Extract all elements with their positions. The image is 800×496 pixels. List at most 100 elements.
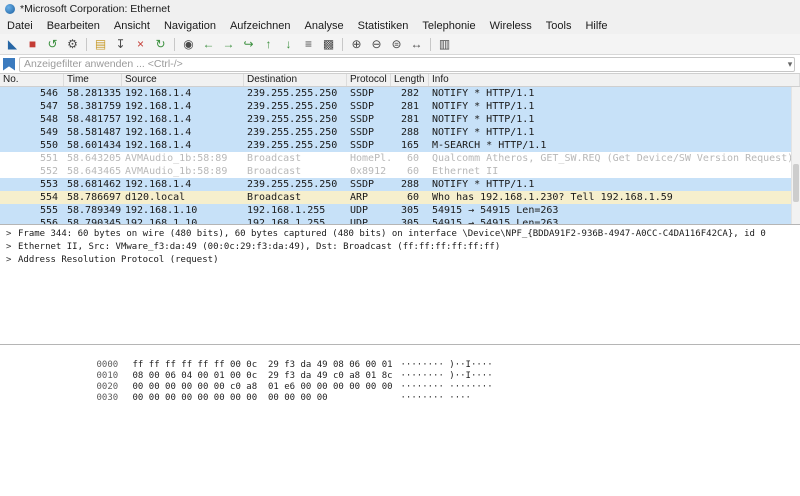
find-packet-button[interactable]: ◉ xyxy=(179,36,198,53)
hex-row[interactable]: 0000 ff ff ff ff ff ff 00 0c 29 f3 da 49 … xyxy=(0,349,800,370)
window-title: *Microsoft Corporation: Ethernet xyxy=(20,2,170,15)
packet-row[interactable]: 555 58.789349 192.168.1.10 192.168.1.255 UDP… xyxy=(0,204,800,217)
packet-row[interactable]: 549 58.581487 192.168.1.4 239.255.255.250 SS… xyxy=(0,126,800,139)
menu-ansicht[interactable]: Ansicht xyxy=(107,19,157,33)
reload-file-button[interactable]: ↻ xyxy=(151,36,170,53)
start-capture-button[interactable]: ◣ xyxy=(3,36,22,53)
go-to-packet-button[interactable]: ↪ xyxy=(239,36,258,53)
menu-aufzeichnen[interactable]: Aufzeichnen xyxy=(223,19,298,33)
filter-dropdown-arrow-icon[interactable]: ▾ xyxy=(783,59,797,70)
filter-bookmark-icon[interactable] xyxy=(3,57,15,71)
cell-destination: Broadcast xyxy=(247,153,302,164)
expander-icon[interactable]: > xyxy=(6,241,18,254)
menu-statistiken[interactable]: Statistiken xyxy=(351,19,416,33)
menu-navigation[interactable]: Navigation xyxy=(157,19,223,33)
packet-row[interactable]: 551 58.643205 AVMAudio_1b:58:89 Broadcast Ho… xyxy=(0,152,800,165)
stop-capture-button[interactable]: ■ xyxy=(23,36,42,53)
restart-capture-icon: ↺ xyxy=(47,36,58,51)
hex-bytes: 08 00 06 04 00 01 00 0c 29 f3 da 49 c0 a… xyxy=(132,371,393,381)
column-header-length[interactable]: Length xyxy=(391,74,429,86)
zoom-original-button[interactable]: ⊜ xyxy=(387,36,406,53)
menu-analyse[interactable]: Analyse xyxy=(298,19,351,33)
columns-button[interactable]: ▥ xyxy=(435,36,454,53)
go-first-button[interactable]: ↑ xyxy=(259,36,278,53)
cell-time: 58.581487 xyxy=(67,127,122,138)
cell-info: M-SEARCH * HTTP/1.1 xyxy=(432,140,547,151)
cell-time: 58.790345 xyxy=(67,218,122,224)
cell-info: NOTIFY * HTTP/1.1 xyxy=(432,114,535,125)
colorize-button[interactable]: ▩ xyxy=(319,36,338,53)
column-header-time[interactable]: Time xyxy=(64,74,122,86)
go-forward-icon: → xyxy=(222,36,235,51)
column-header-info[interactable]: Info xyxy=(429,74,800,86)
packet-row[interactable]: 547 58.381759 192.168.1.4 239.255.255.250 SS… xyxy=(0,100,800,113)
restart-capture-button[interactable]: ↺ xyxy=(43,36,62,53)
cell-source: 192.168.1.4 xyxy=(125,88,192,99)
auto-scroll-button[interactable]: ≡ xyxy=(299,36,318,53)
menu-bearbeiten[interactable]: Bearbeiten xyxy=(40,19,107,33)
cell-no: 548 xyxy=(39,114,58,125)
column-header-no[interactable]: No. xyxy=(0,74,64,86)
packet-row[interactable]: 548 58.481757 192.168.1.4 239.255.255.250 SS… xyxy=(0,113,800,126)
cell-info: NOTIFY * HTTP/1.1 xyxy=(432,88,535,99)
go-forward-button[interactable]: → xyxy=(219,36,238,53)
go-last-button[interactable]: ↓ xyxy=(279,36,298,53)
open-file-icon: ▤ xyxy=(94,36,107,51)
packet-list-header: No. Time Source Destination Protocol Len… xyxy=(0,74,800,87)
cell-time: 58.643205 xyxy=(67,153,122,164)
menu-tools[interactable]: Tools xyxy=(539,19,579,33)
cell-info: NOTIFY * HTTP/1.1 xyxy=(432,179,535,190)
packet-row[interactable]: 546 58.281335 192.168.1.4 239.255.255.250 SS… xyxy=(0,87,800,100)
scrollbar-thumb[interactable] xyxy=(793,163,799,203)
menu-telephonie[interactable]: Telephonie xyxy=(415,19,482,33)
cell-protocol: SSDP xyxy=(350,140,375,151)
resize-columns-icon: ↔ xyxy=(410,36,423,51)
expander-icon[interactable]: > xyxy=(6,254,18,267)
menu-hilfe[interactable]: Hilfe xyxy=(578,19,614,33)
close-file-icon: × xyxy=(136,36,144,51)
go-back-button[interactable]: ← xyxy=(199,36,218,53)
detail-ethernet-line[interactable]: > Ethernet II, Src: VMware_f3:da:49 (00:0… xyxy=(0,241,800,254)
detail-frame-line[interactable]: > Frame 344: 60 bytes on wire (480 bits),… xyxy=(0,228,800,241)
cell-info: Ethernet II xyxy=(432,166,499,177)
cell-protocol: SSDP xyxy=(350,179,375,190)
toolbar-separator xyxy=(86,37,87,51)
packet-row[interactable]: 554 58.786697 d120.local Broadcast ARP 60 Who … xyxy=(0,191,800,204)
expander-icon[interactable]: > xyxy=(6,228,18,241)
packet-row[interactable]: 550 58.601434 192.168.1.4 239.255.255.250 SS… xyxy=(0,139,800,152)
column-header-source[interactable]: Source xyxy=(122,74,244,86)
cell-destination: 239.255.255.250 xyxy=(247,179,338,190)
open-file-button[interactable]: ▤ xyxy=(91,36,110,53)
menu-wireless[interactable]: Wireless xyxy=(483,19,539,33)
menu-datei[interactable]: Datei xyxy=(0,19,40,33)
display-filter-input[interactable] xyxy=(19,56,795,72)
cell-info: Qualcomm Atheros, GET_SW.REQ (Get Device… xyxy=(432,153,794,164)
cell-destination: Broadcast xyxy=(247,192,302,203)
detail-arp-line[interactable]: > Address Resolution Protocol (request) xyxy=(0,254,800,267)
packet-list-scrollbar[interactable] xyxy=(791,87,800,224)
zoom-in-button[interactable]: ⊕ xyxy=(347,36,366,53)
close-file-button[interactable]: × xyxy=(131,36,150,53)
stop-capture-icon: ■ xyxy=(28,36,37,51)
go-to-packet-icon: ↪ xyxy=(243,36,254,51)
resize-columns-button[interactable]: ↔ xyxy=(407,36,426,53)
capture-options-button[interactable]: ⚙ xyxy=(63,36,82,53)
hex-ascii: ········ ········ xyxy=(400,382,493,392)
hex-bytes: 00 00 00 00 00 00 00 00 00 00 00 00 xyxy=(132,393,328,403)
column-header-protocol[interactable]: Protocol xyxy=(347,74,391,86)
hex-bytes: ff ff ff ff ff ff 00 0c 29 f3 da 49 08 0… xyxy=(132,360,393,370)
menu-bar: Datei Bearbeiten Ansicht Navigation Aufz… xyxy=(0,17,800,34)
cell-length: 288 xyxy=(400,179,419,190)
detail-ethernet-text: Ethernet II, Src: VMware_f3:da:49 (00:0c… xyxy=(18,242,501,252)
save-file-button[interactable]: ↧ xyxy=(111,36,130,53)
packet-row[interactable]: 553 58.681462 192.168.1.4 239.255.255.250 SS… xyxy=(0,178,800,191)
cell-source: AVMAudio_1b:58:89 xyxy=(125,153,228,164)
packet-row[interactable]: 552 58.643465 AVMAudio_1b:58:89 Broadcast 0x… xyxy=(0,165,800,178)
main-toolbar: ◣ ■ ↺ ⚙ ▤ ↧ × ↻ ◉ ← → ↪ ↑ ↓ ≡ ▩ ⊕ ⊖ ⊜ ↔ … xyxy=(0,34,800,55)
packet-row[interactable]: 556 58.790345 192.168.1.10 192.168.1.255 UDP… xyxy=(0,217,800,224)
cell-no: 551 xyxy=(39,153,58,164)
zoom-out-button[interactable]: ⊖ xyxy=(367,36,386,53)
cell-protocol: UDP xyxy=(350,205,369,216)
cell-length: 60 xyxy=(406,153,419,164)
column-header-destination[interactable]: Destination xyxy=(244,74,347,86)
